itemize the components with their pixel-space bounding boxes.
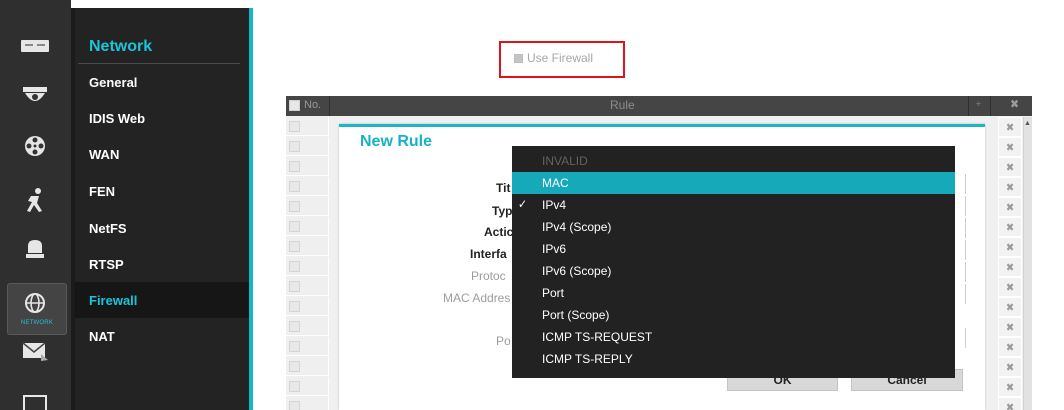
column-separator xyxy=(968,96,969,116)
row-delete-icon[interactable]: ✖ xyxy=(998,397,1022,410)
row-checkbox[interactable] xyxy=(289,121,300,132)
port-field-label: Po xyxy=(496,334,511,348)
menu-item-wan[interactable]: WAN xyxy=(75,136,249,172)
row-checkbox[interactable] xyxy=(289,181,300,192)
row-delete-icon[interactable]: ✖ xyxy=(998,237,1022,257)
record-icon[interactable] xyxy=(19,134,51,158)
dropdown-option[interactable]: IPv4 xyxy=(512,194,955,216)
row-checkbox[interactable] xyxy=(289,361,300,372)
use-firewall-label[interactable]: Use Firewall xyxy=(527,51,593,65)
mac-address-field-label: MAC Addres xyxy=(443,291,511,305)
dropdown-option[interactable]: ICMP TS-REPLY xyxy=(512,348,955,370)
table-scrollbar[interactable] xyxy=(1023,117,1032,410)
select-all-checkbox[interactable] xyxy=(289,100,300,111)
menu-section-title: Network xyxy=(89,38,153,55)
row-delete-icon[interactable]: ✖ xyxy=(998,337,1022,357)
sort-icon[interactable]: ÷ xyxy=(976,99,981,109)
dropdown-option[interactable]: IPv4 (Scope) xyxy=(512,216,955,238)
row-checkbox[interactable] xyxy=(289,301,300,312)
row-checkbox[interactable] xyxy=(289,321,300,332)
display-icon[interactable] xyxy=(19,392,51,410)
scroll-up-icon[interactable]: ▲ xyxy=(1024,120,1031,127)
dropdown-option[interactable]: ICMP TS-REQUEST xyxy=(512,326,955,348)
network-icon[interactable] xyxy=(19,291,51,315)
row-delete-icon[interactable]: ✖ xyxy=(998,297,1022,317)
row-delete-icon[interactable]: ✖ xyxy=(998,377,1022,397)
device-icon[interactable] xyxy=(19,237,51,261)
column-header-no: No. xyxy=(304,99,322,111)
row-delete-icon[interactable]: ✖ xyxy=(998,137,1022,157)
row-delete-icon[interactable]: ✖ xyxy=(998,197,1022,217)
dropdown-option[interactable]: Port (Scope) xyxy=(512,304,955,326)
menu-accent-bar xyxy=(249,8,253,410)
use-firewall-checkbox[interactable] xyxy=(514,54,523,63)
menu-item-idis-web[interactable]: IDIS Web xyxy=(75,100,249,136)
dropdown-option[interactable]: IPv6 (Scope) xyxy=(512,260,955,282)
row-delete-icon[interactable]: ✖ xyxy=(998,117,1022,137)
row-delete-icon[interactable]: ✖ xyxy=(998,217,1022,237)
dropdown-option[interactable]: Port xyxy=(512,282,955,304)
delete-all-icon[interactable]: ✖ xyxy=(1010,97,1019,111)
menu-item-rtsp[interactable]: RTSP xyxy=(75,246,249,282)
camera-icon[interactable] xyxy=(19,84,51,108)
row-checkbox[interactable] xyxy=(289,381,300,392)
checkmark-icon: ✓ xyxy=(518,197,528,211)
protocol-field-label: Protoc xyxy=(471,269,506,283)
row-delete-icon[interactable]: ✖ xyxy=(998,257,1022,277)
row-checkbox[interactable] xyxy=(289,201,300,212)
row-delete-icon[interactable]: ✖ xyxy=(998,317,1022,337)
dialog-title: New Rule xyxy=(360,133,433,150)
row-checkbox[interactable] xyxy=(289,161,300,172)
menu-item-fen[interactable]: FEN xyxy=(75,173,249,209)
row-checkbox[interactable] xyxy=(289,221,300,232)
event-icon[interactable] xyxy=(19,188,51,212)
menu-item-general[interactable]: General xyxy=(75,64,249,100)
row-checkbox[interactable] xyxy=(289,241,300,252)
system-icon[interactable] xyxy=(19,34,51,58)
row-checkbox[interactable] xyxy=(289,401,300,410)
menu-item-nat[interactable]: NAT xyxy=(75,318,249,354)
row-delete-icon[interactable]: ✖ xyxy=(998,177,1022,197)
row-delete-icon[interactable]: ✖ xyxy=(998,357,1022,377)
row-checkbox[interactable] xyxy=(289,281,300,292)
interface-field-label: Interfa xyxy=(470,247,507,261)
rules-table-header xyxy=(286,96,1032,116)
dropdown-option[interactable]: MAC xyxy=(512,172,955,194)
network-rail-label: NETWORK xyxy=(20,320,54,326)
title-field-label: Tit xyxy=(496,181,511,195)
menu-item-netfs[interactable]: NetFS xyxy=(75,210,249,246)
dropdown-option: INVALID xyxy=(542,154,588,168)
column-separator xyxy=(990,96,991,116)
type-field-label: Typ xyxy=(492,204,513,218)
dropdown-option[interactable]: IPv6 xyxy=(512,238,955,260)
row-checkbox[interactable] xyxy=(289,341,300,352)
notification-icon[interactable] xyxy=(19,339,51,363)
column-header-rule: Rule xyxy=(610,98,635,112)
action-field-label: Actic xyxy=(484,225,514,239)
menu-item-firewall[interactable]: Firewall xyxy=(75,282,249,318)
row-checkbox[interactable] xyxy=(289,141,300,152)
row-checkbox[interactable] xyxy=(289,261,300,272)
row-delete-icon[interactable]: ✖ xyxy=(998,277,1022,297)
column-separator xyxy=(329,96,330,116)
row-delete-icon[interactable]: ✖ xyxy=(998,157,1022,177)
